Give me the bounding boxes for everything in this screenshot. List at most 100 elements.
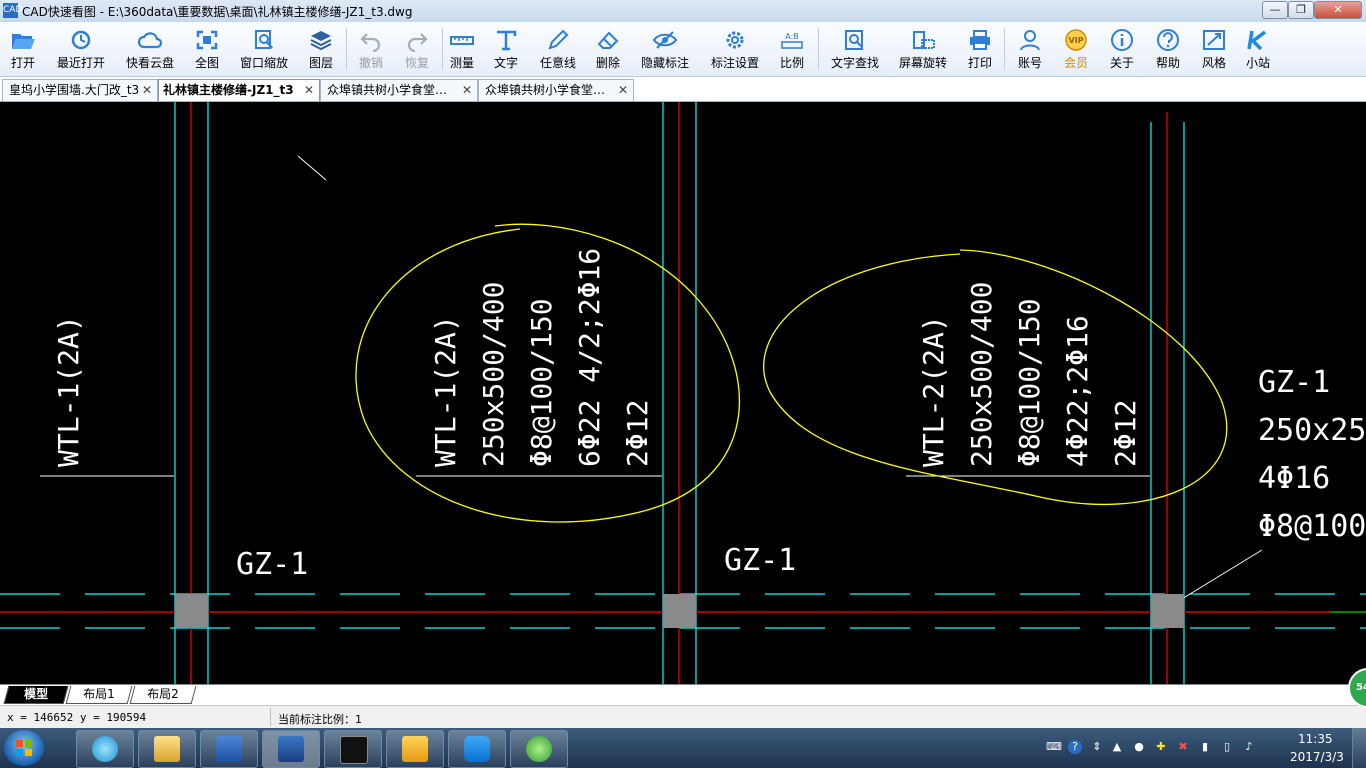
keyboard-icon[interactable]: ⌨ bbox=[1046, 740, 1062, 754]
toolbar-separator bbox=[442, 28, 443, 70]
beam2-line: WTL-2(2A) bbox=[917, 315, 950, 467]
drawing-canvas[interactable]: WTL-1(2A) WTL-1(2A) 250x500/400 Φ8@100/1… bbox=[0, 102, 1366, 684]
document-tab-bar: 皇坞小学围墙.大门改_t3 ✕ 礼林镇主楼修缮-JZ1_t3 ✕ 众埠镇共树小学… bbox=[0, 77, 1366, 102]
minimize-button[interactable]: — bbox=[1262, 1, 1288, 19]
layout-tab-2[interactable]: 布局2 bbox=[129, 686, 197, 704]
gz-label-left: GZ-1 bbox=[236, 547, 308, 582]
layout-tab-model[interactable]: 模型 bbox=[3, 686, 69, 704]
toolbar-separator bbox=[1004, 28, 1005, 70]
scale-icon: A:B bbox=[781, 32, 803, 49]
redo-button[interactable]: 恢复 bbox=[396, 24, 438, 74]
status-separator bbox=[270, 708, 271, 726]
volume-icon[interactable]: ♪ bbox=[1242, 740, 1256, 754]
layout-tab-1[interactable]: 布局1 bbox=[65, 686, 133, 704]
clock-time[interactable]: 11:35 bbox=[1298, 732, 1333, 746]
taskbar-word[interactable] bbox=[200, 730, 258, 768]
beam1-line: 2Φ12 bbox=[621, 400, 654, 467]
text-button[interactable]: 文字 bbox=[488, 24, 524, 74]
undo-button[interactable]: 撤销 bbox=[350, 24, 392, 74]
k-site-icon bbox=[1247, 30, 1267, 51]
rotate-screen-icon bbox=[913, 31, 935, 49]
fit-view-icon bbox=[196, 30, 218, 50]
text-icon bbox=[497, 30, 517, 51]
text-search-icon bbox=[845, 30, 863, 50]
style-button[interactable]: 风格 bbox=[1196, 24, 1232, 74]
beam1-annotation: WTL-1(2A) 250x500/400 Φ8@100/150 6Φ22 4/… bbox=[429, 248, 654, 467]
vip-member-button[interactable]: VIP 会员 bbox=[1058, 24, 1094, 74]
close-tab-icon[interactable]: ✕ bbox=[142, 80, 152, 100]
folder-open-icon bbox=[12, 34, 35, 49]
doc-tab[interactable]: 皇坞小学围墙.大门改_t3 ✕ bbox=[2, 79, 158, 101]
cad-drawing[interactable]: WTL-1(2A) WTL-1(2A) 250x500/400 Φ8@100/1… bbox=[0, 102, 1366, 684]
annotation-settings-button[interactable]: 标注设置 bbox=[706, 24, 764, 74]
help-tray-icon[interactable]: ? bbox=[1068, 740, 1082, 754]
battery-icon[interactable]: ▯ bbox=[1220, 740, 1234, 754]
show-desktop-button[interactable] bbox=[1352, 728, 1366, 768]
gz-line: GZ-1 bbox=[1258, 365, 1330, 400]
gz-line: 4Φ16 bbox=[1258, 461, 1330, 496]
pin-icon[interactable]: ⇕ bbox=[1090, 740, 1104, 754]
network-error-icon[interactable]: ✖ bbox=[1176, 740, 1190, 754]
window-zoom-button[interactable]: 窗口缩放 bbox=[234, 24, 294, 74]
app-logo-icon: CAD bbox=[3, 3, 22, 18]
gz-label-mid: GZ-1 bbox=[724, 543, 796, 578]
rotate-screen-button[interactable]: 屏幕旋转 bbox=[894, 24, 952, 74]
about-button[interactable]: 关于 bbox=[1104, 24, 1140, 74]
info-icon bbox=[1111, 29, 1133, 51]
beam1-line: WTL-1(2A) bbox=[429, 315, 462, 467]
help-button[interactable]: 帮助 bbox=[1150, 24, 1186, 74]
print-button[interactable]: 打印 bbox=[962, 24, 998, 74]
layout-tab-bar: 模型 布局1 布局2 bbox=[0, 684, 1366, 705]
beam2-line: Φ8@100/150 bbox=[1013, 298, 1046, 467]
maximize-button[interactable]: ❐ bbox=[1288, 1, 1314, 19]
taskbar-feishu[interactable] bbox=[448, 730, 506, 768]
taskbar-refresh[interactable] bbox=[510, 730, 568, 768]
freehand-line-button[interactable]: 任意线 bbox=[536, 24, 580, 74]
text-search-button[interactable]: 文字查找 bbox=[826, 24, 884, 74]
ruler-icon bbox=[450, 36, 474, 45]
plus-tray-icon[interactable]: ✚ bbox=[1154, 740, 1168, 754]
close-tab-icon[interactable]: ✕ bbox=[304, 80, 314, 100]
svg-text:A:B: A:B bbox=[785, 32, 799, 41]
signal-icon[interactable]: ▮ bbox=[1198, 740, 1212, 754]
taskbar-media-player[interactable] bbox=[76, 730, 134, 768]
delete-button[interactable]: 删除 bbox=[590, 24, 626, 74]
style-icon bbox=[1203, 30, 1225, 50]
open-button[interactable]: 打开 bbox=[0, 24, 46, 74]
doc-tab[interactable]: 众埠镇共树小学食堂… ✕ bbox=[320, 79, 478, 101]
measure-button[interactable]: 测量 bbox=[444, 24, 480, 74]
doc-tab[interactable]: 众埠镇共树小学食堂… ✕ bbox=[478, 79, 634, 101]
doc-tab-active[interactable]: 礼林镇主楼修缮-JZ1_t3 ✕ bbox=[158, 79, 320, 101]
account-button[interactable]: 账号 bbox=[1012, 24, 1048, 74]
beam2-line: 2Φ12 bbox=[1109, 400, 1142, 467]
start-button[interactable] bbox=[4, 730, 44, 766]
taskbar-image[interactable] bbox=[324, 730, 382, 768]
taskbar-notes[interactable] bbox=[386, 730, 444, 768]
recent-open-button[interactable]: 最近打开 bbox=[50, 24, 112, 74]
qq-penguin-icon[interactable]: ● bbox=[1132, 740, 1146, 754]
file-explorer-icon bbox=[154, 736, 180, 762]
hide-annotations-button[interactable]: 隐藏标注 bbox=[638, 24, 692, 74]
beam1-line: Φ8@100/150 bbox=[525, 298, 558, 467]
eye-hide-icon bbox=[652, 31, 678, 49]
layers-icon bbox=[310, 31, 332, 51]
close-tab-icon[interactable]: ✕ bbox=[618, 80, 628, 100]
scale-button[interactable]: A:B 比例 bbox=[774, 24, 810, 74]
beam1-line: 6Φ22 4/2;2Φ16 bbox=[573, 248, 606, 467]
cloud-drive-button[interactable]: 快看云盘 bbox=[120, 24, 180, 74]
user-icon bbox=[1020, 30, 1040, 51]
layers-button[interactable]: 图层 bbox=[300, 24, 342, 74]
tray-expand-icon[interactable]: ▲ bbox=[1110, 740, 1124, 754]
taskbar-file-explorer[interactable] bbox=[138, 730, 196, 768]
close-tab-icon[interactable]: ✕ bbox=[462, 80, 472, 100]
beam2-annotation: WTL-2(2A) 250x500/400 Φ8@100/150 4Φ22;2Φ… bbox=[917, 282, 1142, 467]
close-button[interactable]: ✕ bbox=[1314, 1, 1362, 19]
redo-icon bbox=[407, 33, 428, 52]
mini-site-button[interactable]: 小站 bbox=[1240, 24, 1276, 74]
gz-line: Φ8@100 bbox=[1258, 509, 1366, 544]
help-icon bbox=[1157, 29, 1179, 51]
taskbar-cad-viewer[interactable] bbox=[262, 730, 320, 768]
windows-logo-icon bbox=[16, 740, 32, 756]
fit-view-button[interactable]: 全图 bbox=[186, 24, 228, 74]
clock-date[interactable]: 2017/3/3 bbox=[1290, 750, 1344, 764]
